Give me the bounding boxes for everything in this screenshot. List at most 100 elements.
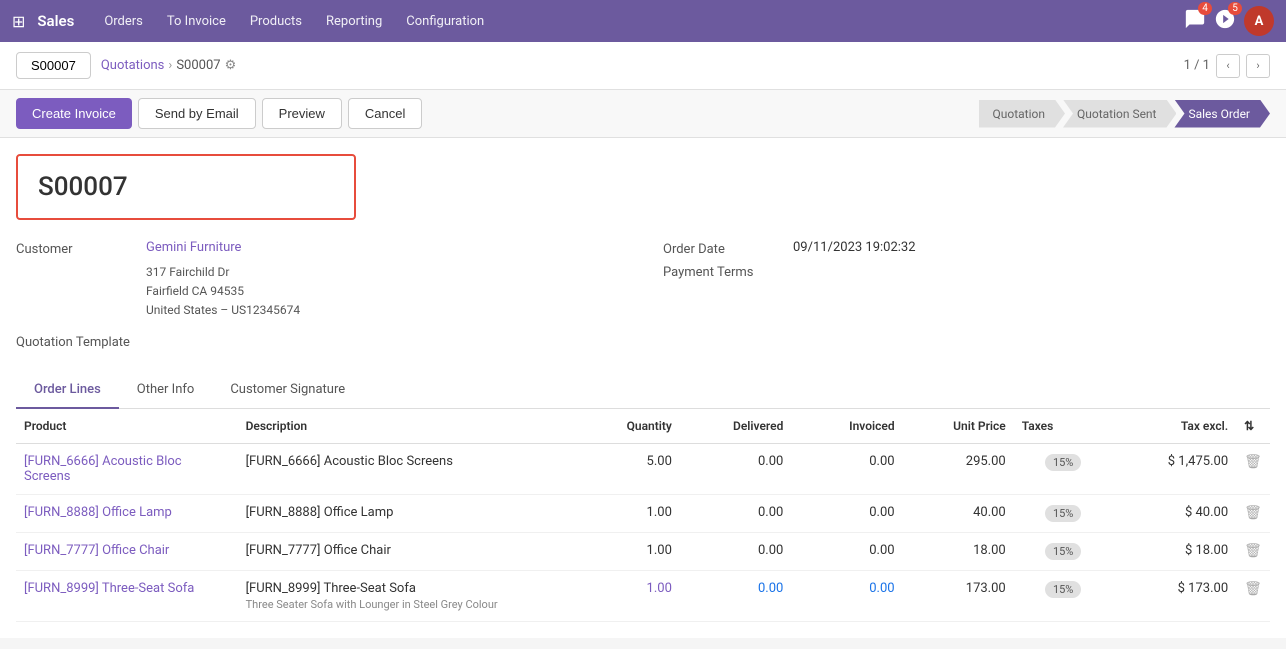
cell-delete[interactable]: 🗑 <box>1236 532 1270 570</box>
record-nav: 1 / 1 ‹ › <box>1184 54 1270 78</box>
col-header-quantity: Quantity <box>581 409 680 444</box>
cell-description: [FURN_6666] Acoustic Bloc Screens <box>238 443 581 494</box>
cell-description: [FURN_8888] Office Lamp <box>238 494 581 532</box>
payment-terms-label: Payment Terms <box>663 263 793 280</box>
reorder-icon[interactable]: ⇅ <box>1244 419 1254 433</box>
pipeline-quotation[interactable]: Quotation <box>979 100 1065 128</box>
cell-unit-price[interactable]: 173.00 <box>903 570 1014 621</box>
cell-invoiced: 0.00 <box>791 443 902 494</box>
desc-main: [FURN_8999] Three-Seat Sofa <box>246 581 573 596</box>
col-header-description: Description <box>238 409 581 444</box>
nav-links: Orders To Invoice Products Reporting Con… <box>94 8 1184 35</box>
desc-main: [FURN_8888] Office Lamp <box>246 505 573 520</box>
cell-delivered: 0.00 <box>680 570 791 621</box>
table-row: [FURN_6666] Acoustic Bloc Screens [FURN_… <box>16 443 1270 494</box>
cell-unit-price[interactable]: 295.00 <box>903 443 1014 494</box>
cell-delivered: 0.00 <box>680 443 791 494</box>
create-invoice-button[interactable]: Create Invoice <box>16 98 132 129</box>
customer-value[interactable]: Gemini Furniture <box>146 240 241 255</box>
pipeline-sales-order[interactable]: Sales Order <box>1174 100 1270 128</box>
col-header-taxes: Taxes <box>1014 409 1113 444</box>
breadcrumb-links: Quotations › S00007 ⚙ <box>101 58 236 73</box>
cell-tax-excl: $ 40.00 <box>1113 494 1237 532</box>
activity-icon[interactable]: 5 <box>1214 8 1236 34</box>
delete-icon[interactable]: 🗑 <box>1244 505 1262 521</box>
cell-product[interactable]: [FURN_8999] Three-Seat Sofa <box>16 570 238 621</box>
breadcrumb-current: S00007 ⚙ <box>176 58 236 73</box>
cell-tax-excl: $ 18.00 <box>1113 532 1237 570</box>
cell-taxes[interactable]: 15% <box>1014 494 1113 532</box>
send-by-email-button[interactable]: Send by Email <box>138 98 256 129</box>
table-row: [FURN_8888] Office Lamp [FURN_8888] Offi… <box>16 494 1270 532</box>
col-header-invoiced: Invoiced <box>791 409 902 444</box>
user-avatar[interactable]: A <box>1244 6 1274 36</box>
nav-to-invoice[interactable]: To Invoice <box>157 8 236 35</box>
cell-quantity[interactable]: 1.00 <box>581 532 680 570</box>
desc-main: [FURN_6666] Acoustic Bloc Screens <box>246 454 573 469</box>
order-id: S00007 <box>38 172 334 202</box>
cell-quantity[interactable]: 1.00 <box>581 494 680 532</box>
address-line3: United States – US12345674 <box>146 301 623 320</box>
main-content: S00007 Customer Gemini Furniture 317 Fai… <box>0 138 1286 638</box>
breadcrumb-bar: S00007 Quotations › S00007 ⚙ 1 / 1 ‹ › <box>0 42 1286 90</box>
address-line2: Fairfield CA 94535 <box>146 282 623 301</box>
customer-address: 317 Fairchild Dr Fairfield CA 94535 Unit… <box>146 263 623 321</box>
cell-delivered: 0.00 <box>680 494 791 532</box>
app-name[interactable]: Sales <box>37 12 74 30</box>
cell-invoiced: 0.00 <box>791 570 902 621</box>
customer-label: Customer <box>16 240 146 257</box>
form-row: Customer Gemini Furniture 317 Fairchild … <box>16 240 1270 356</box>
nav-products[interactable]: Products <box>240 8 312 35</box>
next-record-button[interactable]: › <box>1246 54 1270 78</box>
cell-taxes[interactable]: 15% <box>1014 532 1113 570</box>
address-line1: 317 Fairchild Dr <box>146 263 623 282</box>
col-header-product: Product <box>16 409 238 444</box>
pipeline-quotation-sent[interactable]: Quotation Sent <box>1063 100 1177 128</box>
messages-icon[interactable]: 4 <box>1184 8 1206 34</box>
tab-other-info[interactable]: Other Info <box>119 372 213 409</box>
breadcrumb-current-label: S00007 <box>176 58 220 73</box>
form-col-left: Customer Gemini Furniture 317 Fairchild … <box>16 240 623 356</box>
delete-icon[interactable]: 🗑 <box>1244 454 1262 470</box>
cell-delete[interactable]: 🗑 <box>1236 570 1270 621</box>
delete-icon[interactable]: 🗑 <box>1244 543 1262 559</box>
cell-quantity[interactable]: 5.00 <box>581 443 680 494</box>
settings-icon[interactable]: ⚙ <box>225 58 237 73</box>
cell-product[interactable]: [FURN_8888] Office Lamp <box>16 494 238 532</box>
cell-description: [FURN_7777] Office Chair <box>238 532 581 570</box>
record-nav-count: 1 / 1 <box>1184 58 1210 73</box>
tab-order-lines[interactable]: Order Lines <box>16 372 119 409</box>
customer-group: Customer Gemini Furniture <box>16 240 623 257</box>
cell-unit-price[interactable]: 40.00 <box>903 494 1014 532</box>
activity-count: 5 <box>1228 2 1242 15</box>
cell-tax-excl: $ 173.00 <box>1113 570 1237 621</box>
cell-delivered: 0.00 <box>680 532 791 570</box>
cell-taxes[interactable]: 15% <box>1014 570 1113 621</box>
cell-taxes[interactable]: 15% <box>1014 443 1113 494</box>
delete-icon[interactable]: 🗑 <box>1244 581 1262 597</box>
breadcrumb-parent[interactable]: Quotations <box>101 58 165 73</box>
col-header-delivered: Delivered <box>680 409 791 444</box>
cell-product[interactable]: [FURN_7777] Office Chair <box>16 532 238 570</box>
col-header-actions: ⇅ <box>1236 409 1270 444</box>
nav-configuration[interactable]: Configuration <box>396 8 494 35</box>
app-grid-icon[interactable]: ⊞ <box>12 12 25 31</box>
cancel-button[interactable]: Cancel <box>348 98 422 129</box>
tab-customer-signature[interactable]: Customer Signature <box>212 372 363 409</box>
cell-quantity[interactable]: 1.00 <box>581 570 680 621</box>
desc-main: [FURN_7777] Office Chair <box>246 543 573 558</box>
preview-button[interactable]: Preview <box>262 98 342 129</box>
table-row: [FURN_7777] Office Chair [FURN_7777] Off… <box>16 532 1270 570</box>
breadcrumb-left: S00007 Quotations › S00007 ⚙ <box>16 52 236 79</box>
cell-delete[interactable]: 🗑 <box>1236 494 1270 532</box>
nav-reporting[interactable]: Reporting <box>316 8 392 35</box>
cell-product[interactable]: [FURN_6666] Acoustic Bloc Screens <box>16 443 238 494</box>
new-button[interactable]: S00007 <box>16 52 91 79</box>
cell-delete[interactable]: 🗑 <box>1236 443 1270 494</box>
nav-orders[interactable]: Orders <box>94 8 153 35</box>
col-header-tax-excl: Tax excl. <box>1113 409 1237 444</box>
cell-unit-price[interactable]: 18.00 <box>903 532 1014 570</box>
prev-record-button[interactable]: ‹ <box>1216 54 1240 78</box>
action-buttons: Create Invoice Send by Email Preview Can… <box>16 98 422 129</box>
table-row: [FURN_8999] Three-Seat Sofa [FURN_8999] … <box>16 570 1270 621</box>
